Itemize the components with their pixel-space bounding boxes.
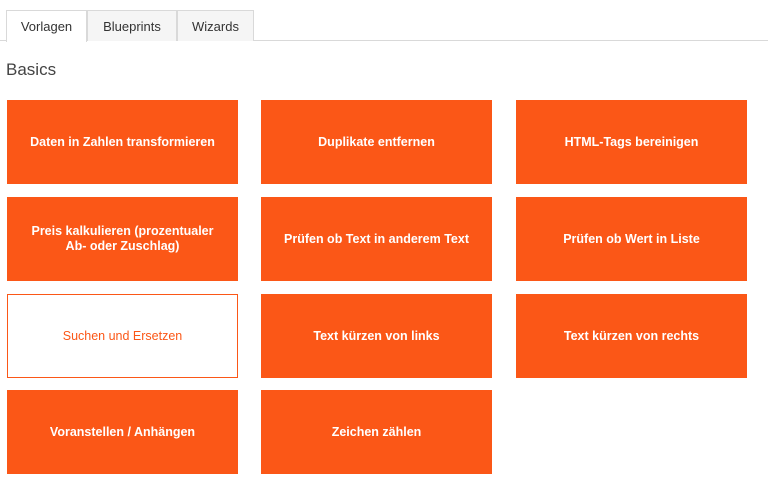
template-card-text-kuerzen-rechts[interactable]: Text kürzen von rechts	[516, 294, 747, 378]
template-card-daten-in-zahlen[interactable]: Daten in Zahlen transformieren	[7, 100, 238, 184]
template-card-zeichen-zaehlen[interactable]: Zeichen zählen	[261, 390, 492, 474]
template-card-suchen-und-ersetzen[interactable]: Suchen und Ersetzen	[7, 294, 238, 378]
template-card-html-tags-bereinigen[interactable]: HTML-Tags bereinigen	[516, 100, 747, 184]
tab-blueprints[interactable]: Blueprints	[87, 10, 177, 41]
template-card-pruefen-wert-in-liste[interactable]: Prüfen ob Wert in Liste	[516, 197, 747, 281]
template-card-text-kuerzen-links[interactable]: Text kürzen von links	[261, 294, 492, 378]
template-card-duplikate-entfernen[interactable]: Duplikate entfernen	[261, 100, 492, 184]
template-card-preis-kalkulieren[interactable]: Preis kalkulieren (prozentualer Ab- oder…	[7, 197, 238, 281]
template-card-pruefen-text-in-text[interactable]: Prüfen ob Text in anderem Text	[261, 197, 492, 281]
section-title: Basics	[6, 60, 57, 79]
template-grid: Daten in Zahlen transformieren Duplikate…	[7, 100, 748, 475]
tab-vorlagen[interactable]: Vorlagen	[6, 10, 87, 42]
template-card-voranstellen-anhaengen[interactable]: Voranstellen / Anhängen	[7, 390, 238, 474]
tab-wizards[interactable]: Wizards	[177, 10, 254, 41]
tab-bar: Vorlagen Blueprints Wizards	[0, 10, 768, 42]
